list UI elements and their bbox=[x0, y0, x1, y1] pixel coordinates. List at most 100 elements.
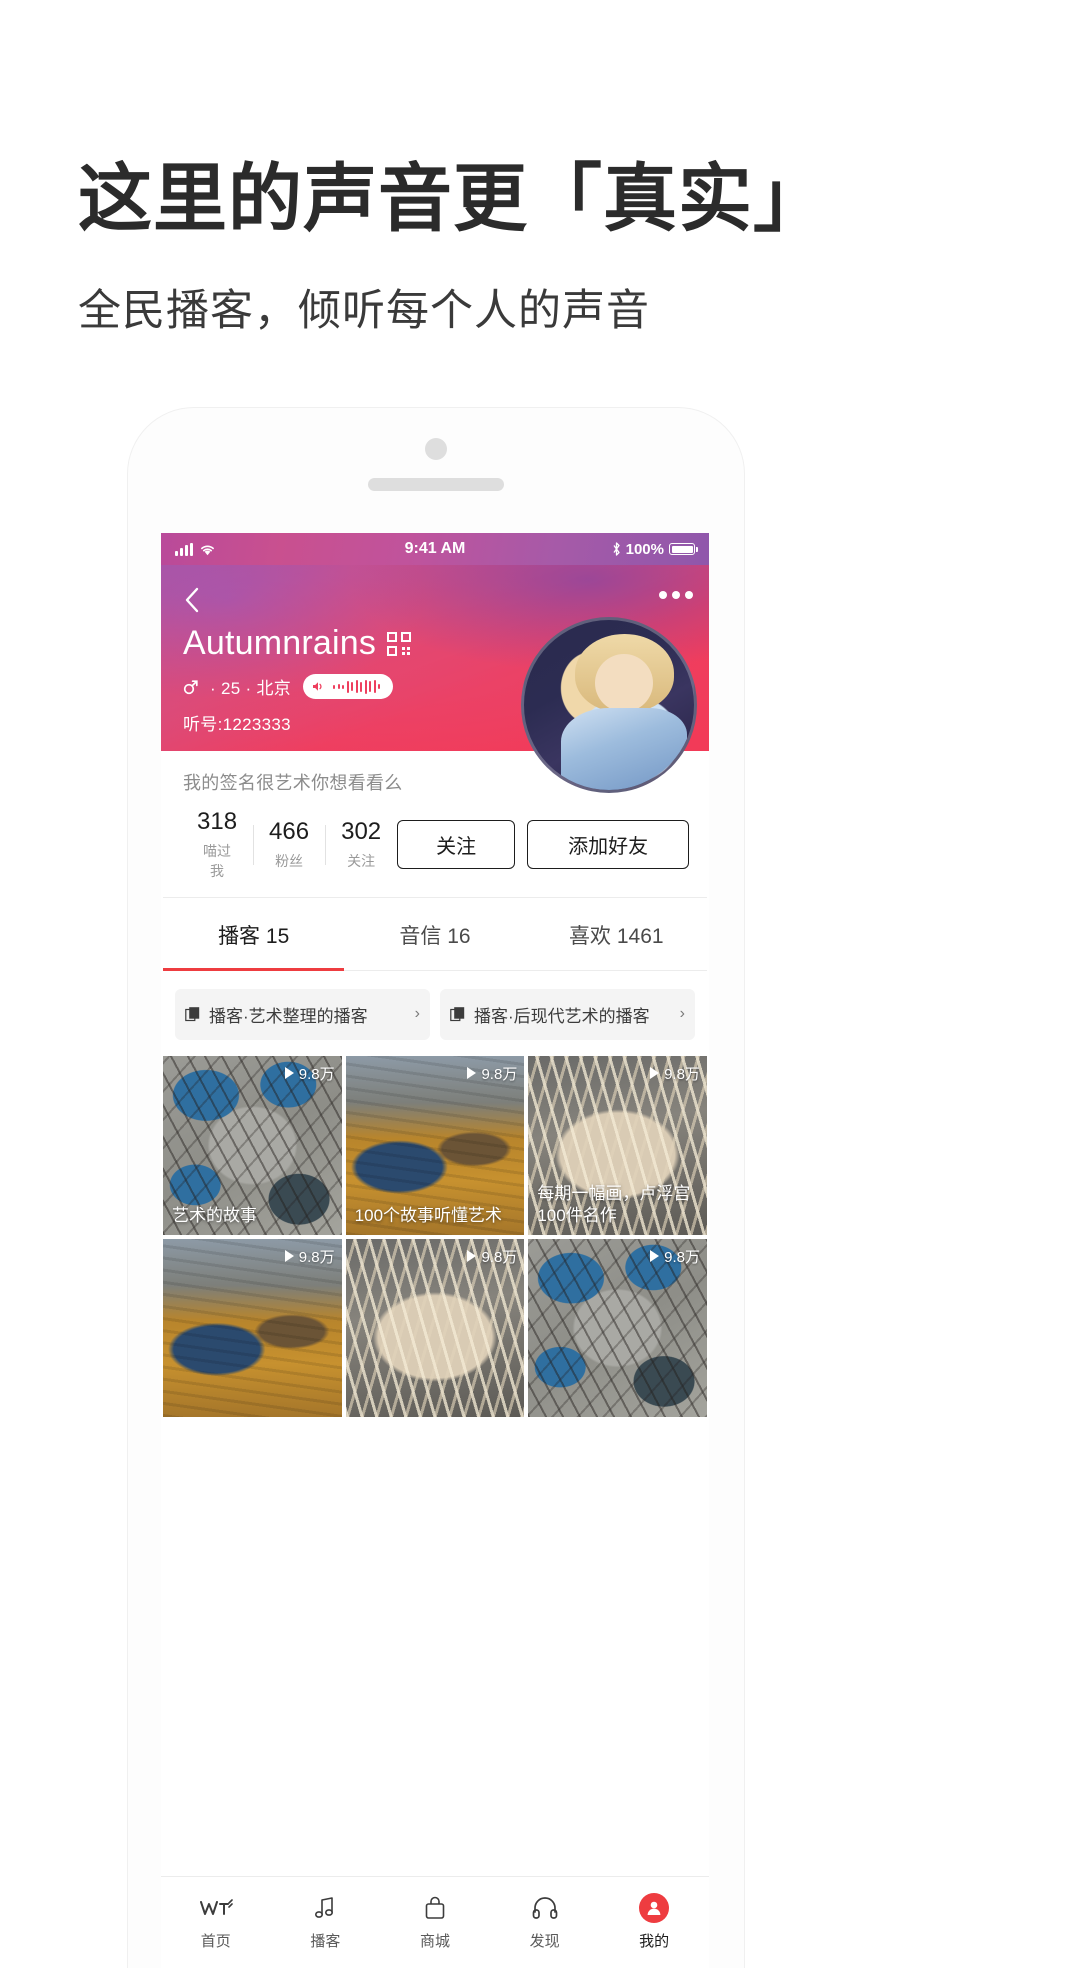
tab-messages[interactable]: 音信 16 bbox=[344, 898, 525, 970]
promo-title: 这里的声音更「真实」 bbox=[78, 157, 828, 240]
stat-label: 喵过我 bbox=[203, 842, 232, 879]
shopping-bag-icon bbox=[424, 1894, 446, 1922]
stat-fans[interactable]: 466 粉丝 bbox=[253, 818, 325, 871]
voice-waveform-icon bbox=[333, 679, 381, 694]
play-count: 9.8万 bbox=[650, 1063, 700, 1084]
more-dot-3 bbox=[685, 591, 693, 599]
play-icon bbox=[284, 1250, 294, 1263]
phone-speaker-icon bbox=[368, 478, 504, 491]
tab-likes[interactable]: 喜欢 1461 bbox=[526, 898, 707, 970]
nav-label: 发现 bbox=[529, 1933, 560, 1950]
profile-identity: Autumnrains · 25 · 北京 听号:1223333 bbox=[183, 624, 412, 735]
avatar-jacket bbox=[561, 708, 688, 790]
collection-chip-art-collation[interactable]: 播客·艺术整理的播客 › bbox=[175, 988, 430, 1040]
stat-value: 466 bbox=[269, 818, 310, 845]
nav-label: 商城 bbox=[419, 1933, 450, 1950]
play-icon bbox=[650, 1067, 660, 1080]
play-count-value: 9.8万 bbox=[481, 1248, 518, 1266]
play-count: 9.8万 bbox=[467, 1063, 517, 1084]
bottom-nav: 首页 播客 商城 发现 我的 bbox=[161, 1876, 709, 1968]
collection-chips: 播客·艺术整理的播客 › 播客·后现代艺术的播客 › bbox=[161, 971, 709, 1056]
phone-camera-icon bbox=[425, 438, 447, 460]
promo-copy: 这里的声音更「真实」 全民播客，倾听每个人的声音 bbox=[78, 155, 1018, 340]
stat-meow[interactable]: 318 喵过我 bbox=[181, 808, 253, 881]
play-count-value: 9.8万 bbox=[298, 1248, 335, 1266]
profile-avatar-icon bbox=[639, 1893, 670, 1923]
collection-chip-postmodern-art[interactable]: 播客·后现代艺术的播客 › bbox=[440, 988, 695, 1040]
nav-label: 播客 bbox=[310, 1933, 341, 1950]
avatar[interactable] bbox=[521, 617, 697, 793]
grid-item[interactable]: 9.8万 bbox=[345, 1238, 525, 1418]
chevron-right-icon: › bbox=[414, 1005, 420, 1023]
collection-icon bbox=[185, 1007, 200, 1022]
promo-subtitle: 全民播客，倾听每个人的声音 bbox=[78, 287, 650, 336]
action-buttons: 关注 添加好友 bbox=[397, 820, 690, 870]
nav-item-mine[interactable]: 我的 bbox=[599, 1893, 709, 1951]
cellular-bars-icon bbox=[175, 542, 193, 556]
content-tabs: 播客 15 音信 16 喜欢 1461 bbox=[163, 896, 707, 971]
grid-item-caption: 每期一幅画，卢浮宫100件名作 bbox=[537, 1184, 691, 1225]
podcast-grid: 9.8万 艺术的故事 9.8万 100个故事听懂艺术 9.8万 每期一幅画，卢浮… bbox=[161, 1055, 709, 1418]
stat-label: 关注 bbox=[347, 852, 376, 869]
nav-item-store[interactable]: 商城 bbox=[380, 1894, 490, 1951]
collection-icon bbox=[450, 1007, 465, 1022]
profile-hero: Autumnrains · 25 · 北京 听号:1223333 bbox=[161, 565, 709, 793]
collection-chip-label: 播客·后现代艺术的播客 bbox=[474, 1006, 650, 1026]
male-gender-icon bbox=[183, 680, 198, 695]
speaker-icon bbox=[313, 682, 322, 691]
grid-item[interactable]: 9.8万 每期一幅画，卢浮宫100件名作 bbox=[528, 1055, 707, 1235]
stats-row: 318 喵过我 466 粉丝 302 关注 关注 添加好友 bbox=[161, 795, 709, 897]
stat-following[interactable]: 302 关注 bbox=[325, 818, 397, 871]
back-button[interactable] bbox=[177, 585, 207, 615]
play-count: 9.8万 bbox=[467, 1246, 517, 1267]
play-icon bbox=[284, 1067, 294, 1080]
play-icon bbox=[467, 1067, 477, 1080]
battery-percent: 100% bbox=[625, 540, 664, 558]
username-row: Autumnrains bbox=[183, 624, 412, 663]
grid-item[interactable]: 9.8万 bbox=[528, 1238, 707, 1418]
play-count-value: 9.8万 bbox=[481, 1065, 518, 1083]
stat-label: 粉丝 bbox=[275, 852, 304, 869]
grid-item-caption: 100个故事听懂艺术 bbox=[354, 1205, 503, 1225]
nav-item-discover[interactable]: 发现 bbox=[490, 1894, 600, 1951]
play-count: 9.8万 bbox=[650, 1246, 700, 1267]
tab-podcasts[interactable]: 播客 15 bbox=[163, 898, 345, 971]
status-left bbox=[175, 542, 216, 556]
qr-code-icon[interactable] bbox=[387, 631, 412, 656]
play-count-value: 9.8万 bbox=[664, 1248, 700, 1266]
play-icon bbox=[650, 1250, 660, 1263]
music-note-icon bbox=[314, 1894, 336, 1922]
home-logo-icon bbox=[199, 1894, 233, 1922]
wifi-icon bbox=[201, 545, 214, 555]
nav-item-home[interactable]: 首页 bbox=[161, 1894, 271, 1951]
play-count-value: 9.8万 bbox=[664, 1065, 700, 1083]
back-chevron-icon bbox=[185, 587, 199, 613]
username: Autumnrains bbox=[183, 624, 377, 662]
play-count: 9.8万 bbox=[284, 1063, 335, 1084]
chevron-right-icon: › bbox=[679, 1005, 685, 1023]
collection-chip-label: 播客·艺术整理的播客 bbox=[209, 1006, 368, 1026]
stat-value: 318 bbox=[197, 808, 238, 835]
avatar-face bbox=[595, 654, 654, 712]
nav-item-podcast[interactable]: 播客 bbox=[271, 1894, 381, 1951]
grid-item[interactable]: 9.8万 bbox=[163, 1238, 342, 1418]
grid-item[interactable]: 9.8万 艺术的故事 bbox=[163, 1055, 342, 1235]
listener-id: 听号:1223333 bbox=[183, 715, 291, 734]
status-right: 100% bbox=[612, 540, 698, 558]
follow-button[interactable]: 关注 bbox=[397, 820, 516, 870]
bluetooth-icon bbox=[613, 542, 620, 556]
play-icon bbox=[467, 1250, 477, 1263]
voice-intro-button[interactable] bbox=[303, 674, 394, 699]
add-friend-button[interactable]: 添加好友 bbox=[527, 820, 690, 870]
more-dot-2 bbox=[672, 591, 680, 599]
phone-mockup: 9:41 AM 100% Autumnrains · 25 · 北京 听号:12… bbox=[128, 408, 744, 1968]
nav-label: 首页 bbox=[200, 1933, 231, 1950]
play-count: 9.8万 bbox=[284, 1246, 335, 1267]
profile-meta-text: · 25 · 北京 bbox=[210, 679, 292, 698]
stat-value: 302 bbox=[341, 818, 382, 845]
more-options-button[interactable] bbox=[659, 591, 693, 599]
nav-label: 我的 bbox=[639, 1933, 670, 1950]
headphones-icon bbox=[532, 1894, 558, 1922]
profile-meta-row: · 25 · 北京 bbox=[183, 674, 411, 699]
grid-item[interactable]: 9.8万 100个故事听懂艺术 bbox=[345, 1055, 525, 1235]
